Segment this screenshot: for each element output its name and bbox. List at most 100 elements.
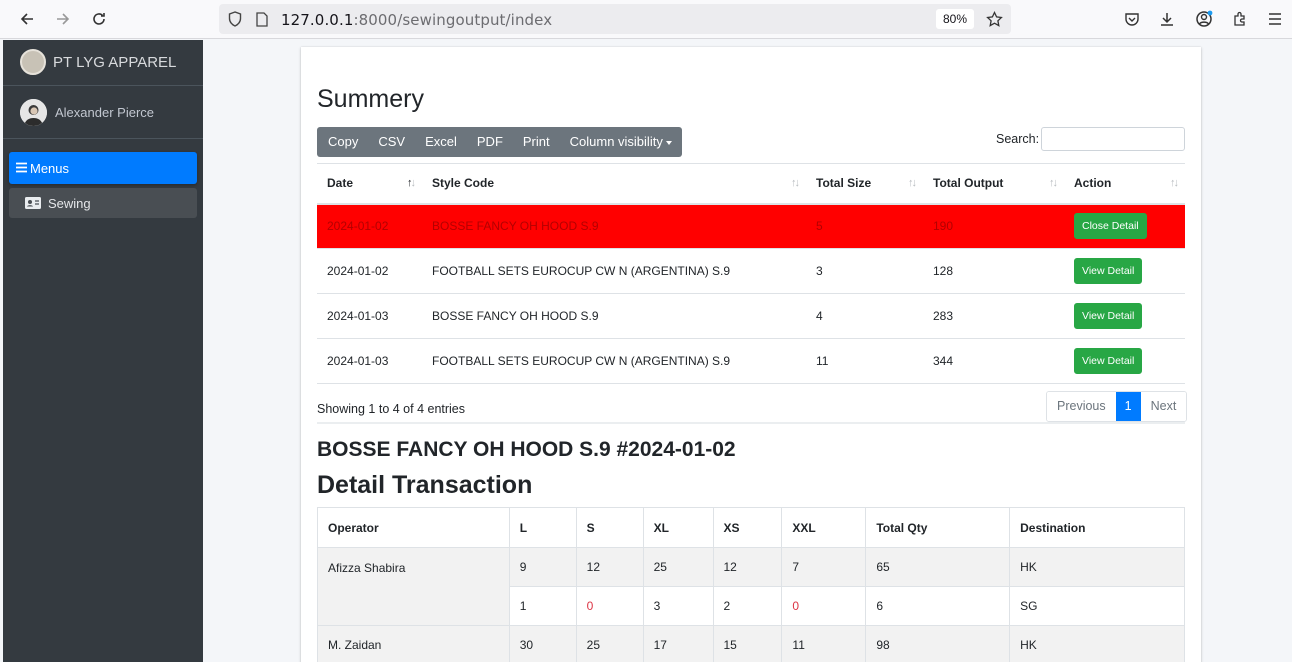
pdf-button[interactable]: PDF	[467, 127, 513, 157]
table-row: 2024-01-03 FOOTBALL SETS EUROCUP CW N (A…	[317, 338, 1185, 384]
cell-destination: HK	[1009, 547, 1185, 587]
pocket-icon[interactable]	[1122, 9, 1142, 29]
cell-date: 2024-01-03	[317, 293, 422, 339]
search-input[interactable]	[1041, 127, 1185, 151]
header-label: Total Output	[933, 176, 1004, 191]
cell-s: 25	[575, 625, 644, 662]
zoom-badge[interactable]: 80%	[936, 9, 974, 29]
csv-button[interactable]: CSV	[368, 127, 415, 157]
header-label: Date	[327, 176, 354, 191]
sidebar-item-sewing[interactable]: Sewing	[9, 188, 197, 218]
cell-total-output: 128	[923, 248, 1064, 294]
cell-destination: HK	[1009, 625, 1185, 662]
pagination-next[interactable]: Next	[1140, 392, 1187, 421]
sidebar: PT LYG APPAREL Alexander Pierce Menus Se…	[3, 40, 203, 662]
cell-xl: 17	[642, 625, 714, 662]
forward-arrow-icon[interactable]	[51, 7, 75, 31]
brand-logo-icon	[20, 49, 46, 75]
close-detail-button[interactable]: Close Detail	[1074, 213, 1147, 240]
cell-style-code: BOSSE FANCY OH HOOD S.9	[422, 203, 806, 249]
table-header-row: Operator L S XL XS XXL Total Qty Destina…	[317, 507, 1185, 548]
cell-total-output: 283	[923, 293, 1064, 339]
view-detail-button[interactable]: View Detail	[1074, 258, 1143, 284]
account-icon[interactable]	[1194, 9, 1214, 29]
page-title: Summery	[317, 85, 424, 113]
cell-xs: 2	[712, 586, 783, 626]
hamburger-menu-icon[interactable]	[1265, 9, 1285, 29]
print-button[interactable]: Print	[513, 127, 560, 157]
cell-xl: 25	[642, 547, 714, 587]
cell-total-output: 190	[923, 203, 1064, 249]
column-header-total-qty: Total Qty	[865, 507, 1011, 548]
page-icon	[253, 10, 271, 28]
column-header-total-output[interactable]: Total Output ↑↓	[923, 163, 1064, 205]
cell-action: View Detail	[1064, 293, 1185, 339]
cell-style-code: BOSSE FANCY OH HOOD S.9	[422, 293, 806, 339]
cell-xxl: 0	[781, 586, 867, 626]
cell-operator: M. Zaidan	[317, 625, 510, 662]
column-header-total-size[interactable]: Total Size ↑↓	[806, 163, 923, 205]
brand-link[interactable]: PT LYG APPAREL	[3, 40, 203, 86]
sidebar-item-menus[interactable]: Menus	[9, 152, 197, 184]
sort-icon: ↑↓	[1170, 177, 1179, 189]
pagination-page-1[interactable]: 1	[1115, 392, 1141, 421]
table-row: 2024-01-02 FOOTBALL SETS EUROCUP CW N (A…	[317, 248, 1185, 294]
cell-s: 0	[575, 586, 644, 626]
export-button-group: Copy CSV Excel PDF Print Column visibili…	[317, 127, 682, 157]
table-row: 2024-01-02 BOSSE FANCY OH HOOD S.9 5 190…	[317, 203, 1185, 249]
cell-date: 2024-01-03	[317, 338, 422, 384]
cell-style-code: FOOTBALL SETS EUROCUP CW N (ARGENTINA) S…	[422, 338, 806, 384]
user-panel[interactable]: Alexander Pierce	[3, 87, 203, 139]
excel-button[interactable]: Excel	[415, 127, 467, 157]
sort-icon: ↑↓	[908, 177, 917, 189]
cell-xs: 15	[712, 625, 783, 662]
column-header-xs: XS	[712, 507, 783, 548]
table-header-row: Date ↑↓ Style Code ↑↓ Total Size ↑↓ Total O…	[317, 163, 1185, 205]
column-header-style-code[interactable]: Style Code ↑↓	[422, 163, 806, 205]
column-header-destination: Destination	[1009, 507, 1185, 548]
pagination: Previous 1 Next	[1046, 391, 1188, 422]
bookmark-star-icon[interactable]	[985, 10, 1003, 28]
download-icon[interactable]	[1157, 9, 1177, 29]
cell-total-qty: 6	[865, 586, 1011, 626]
view-detail-button[interactable]: View Detail	[1074, 303, 1143, 329]
view-detail-button[interactable]: View Detail	[1074, 348, 1143, 374]
column-header-l: L	[508, 507, 577, 548]
shield-icon[interactable]	[226, 10, 244, 28]
cell-destination: SG	[1009, 586, 1185, 626]
sidebar-item-label: Sewing	[48, 196, 91, 211]
reload-icon[interactable]	[87, 7, 111, 31]
copy-button[interactable]: Copy	[317, 127, 368, 157]
header-label: Style Code	[432, 176, 495, 191]
cell-total-size: 5	[806, 203, 923, 249]
table-row: Afizza Shabira 9 12 25 12 7 65 HK	[317, 547, 1185, 626]
back-arrow-icon[interactable]	[15, 7, 39, 31]
sort-asc-icon: ↑↓	[407, 177, 416, 189]
column-header-xxl: XXL	[781, 507, 867, 548]
column-visibility-button[interactable]: Column visibility	[560, 127, 682, 157]
column-visibility-label: Column visibility	[569, 134, 663, 149]
cell-total-qty: 98	[865, 625, 1011, 662]
sort-icon: ↑↓	[1049, 177, 1058, 189]
header-label: Total Size	[816, 176, 872, 191]
cell-xxl: 7	[781, 547, 867, 587]
column-header-date[interactable]: Date ↑↓	[317, 163, 422, 205]
header-label: Action	[1074, 176, 1112, 191]
table-row: 2024-01-03 BOSSE FANCY OH HOOD S.9 4 283…	[317, 293, 1185, 339]
column-header-action[interactable]: Action ↑↓	[1064, 163, 1185, 205]
address-bar[interactable]: 127.0.0.1:8000/sewingoutput/index 80%	[219, 4, 1011, 34]
cell-l: 30	[508, 625, 577, 662]
cell-style-code: FOOTBALL SETS EUROCUP CW N (ARGENTINA) S…	[422, 248, 806, 294]
cell-date: 2024-01-02	[317, 248, 422, 294]
cell-action: Close Detail	[1064, 203, 1185, 249]
user-name[interactable]: Alexander Pierce	[55, 105, 154, 120]
extensions-icon[interactable]	[1230, 9, 1250, 29]
cell-operator: Afizza Shabira	[317, 547, 510, 626]
pagination-previous[interactable]: Previous	[1047, 392, 1116, 421]
summary-table: Date ↑↓ Style Code ↑↓ Total Size ↑↓ Total O…	[317, 163, 1185, 384]
cell-total-qty: 65	[865, 547, 1011, 587]
cell-l: 1	[508, 586, 577, 626]
list-icon	[16, 161, 27, 176]
url-host: 127.0.0.1	[281, 11, 354, 29]
cell-total-size: 3	[806, 248, 923, 294]
